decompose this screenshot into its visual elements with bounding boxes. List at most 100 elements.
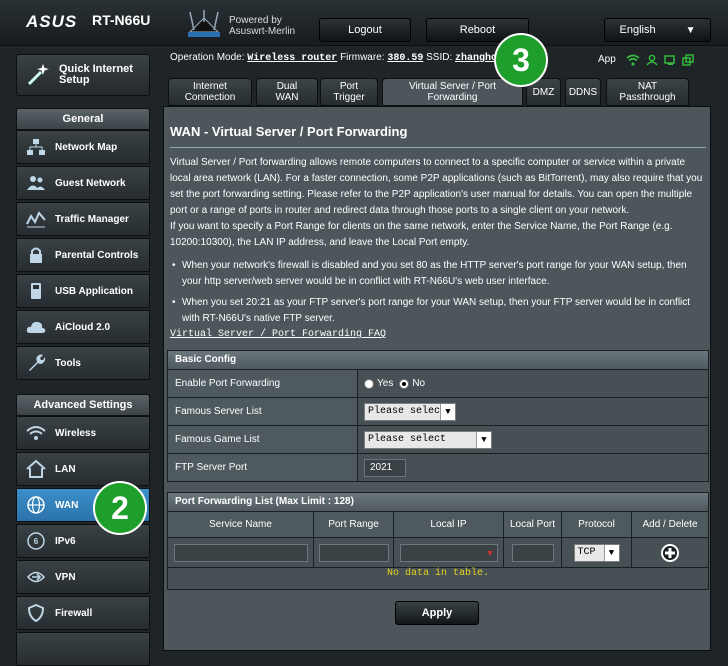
select-value: Please select [368, 406, 447, 417]
powered-by-label: Powered by [229, 15, 282, 26]
famous-game-select[interactable]: Please select ▼ [364, 430, 492, 449]
faq-link[interactable]: Virtual Server / Port Forwarding FAQ [170, 329, 386, 340]
famous-game-label: Famous Game List [168, 426, 358, 453]
firmware-brand: Asuswrt-Merlin [229, 26, 296, 37]
enable-port-forwarding-row: Enable Port Forwarding Yes No [168, 369, 708, 397]
logout-button[interactable]: Logout [319, 18, 411, 42]
firmware-label: Firmware: [340, 52, 385, 63]
usb-status-icon[interactable] [664, 54, 676, 69]
col-service-name: Service Name [168, 512, 314, 537]
add-icon[interactable] [660, 543, 680, 563]
main-panel: WAN - Virtual Server / Port Forwarding V… [163, 106, 711, 651]
home-icon [25, 459, 47, 479]
sidebar-item-network-map[interactable]: Network Map [16, 130, 150, 164]
enable-yes-radio[interactable] [364, 378, 374, 389]
sidebar-item-parental-controls[interactable]: Parental Controls [16, 238, 150, 272]
col-local-ip: Local IP [394, 512, 504, 537]
user-icon[interactable] [646, 54, 658, 69]
step-badge-wan: 2 [95, 483, 145, 533]
sidebar-item-usb-application[interactable]: USB Application [16, 274, 150, 308]
port-range-input[interactable] [318, 543, 389, 562]
sidebar-item-label: Network Map [55, 141, 118, 153]
note-bullet: When you set 20:21 as your FTP server's … [170, 295, 705, 327]
firmware-link[interactable]: 380.59 [387, 53, 423, 64]
tab-port-trigger[interactable]: Port Trigger [320, 78, 378, 106]
status-icons [626, 54, 694, 69]
wrench-icon [25, 353, 47, 373]
port-forwarding-header: Port Forwarding List (Max Limit : 128) [168, 493, 708, 511]
chevron-down-icon: ▼ [476, 431, 491, 448]
sidebar-item-lan[interactable]: LAN [16, 452, 150, 486]
vpn-icon [25, 567, 47, 587]
note-bullet: When your network's firewall is disabled… [170, 258, 705, 290]
sidebar-item-tools[interactable]: Tools [16, 346, 150, 380]
local-port-input[interactable] [511, 543, 554, 562]
tab-label: Virtual Server / Port Forwarding [408, 81, 497, 103]
column-headers: Service Name Port Range Local IP Local P… [168, 511, 708, 537]
share-icon[interactable] [682, 54, 694, 69]
basic-config-table: Basic Config Enable Port Forwarding Yes … [167, 350, 709, 482]
apply-button[interactable]: Apply [395, 601, 479, 625]
tab-label: Port Trigger [333, 81, 365, 103]
service-name-input[interactable] [173, 543, 308, 562]
tab-dual-wan[interactable]: Dual WAN [256, 78, 318, 106]
col-port-range: Port Range [314, 512, 394, 537]
sidebar-item-aicloud[interactable]: AiCloud 2.0 [16, 310, 150, 344]
general-section-header: General [16, 108, 150, 130]
sidebar-item-label: WAN [55, 499, 79, 511]
router-icon [188, 10, 220, 37]
quick-internet-setup-button[interactable]: Quick Internet Setup [16, 54, 150, 96]
sidebar-item-label: IPv6 [55, 535, 76, 547]
sidebar-item-guest-network[interactable]: Guest Network [16, 166, 150, 200]
advanced-section-header: Advanced Settings [16, 394, 150, 416]
no-label: No [412, 378, 426, 389]
sidebar-item-wireless[interactable]: Wireless [16, 416, 150, 450]
sidebar-item-label: Wireless [55, 427, 97, 439]
sidebar-item-vpn[interactable]: VPN [16, 560, 150, 594]
port-forwarding-table: Port Forwarding List (Max Limit : 128) S… [167, 492, 709, 590]
chevron-down-icon: ▼ [603, 544, 619, 561]
sidebar-item-firewall[interactable]: Firewall [16, 596, 150, 630]
guest-network-icon [25, 173, 47, 193]
sidebar-item-label: AiCloud 2.0 [55, 321, 111, 333]
network-map-icon [25, 137, 47, 157]
famous-server-label: Famous Server List [168, 398, 358, 425]
language-label: English [619, 24, 656, 36]
intro-text-2: If you want to specify a Port Range for … [170, 221, 673, 248]
asus-logo: ASUS [26, 12, 78, 31]
dropdown-arrow-icon[interactable]: ▼ [486, 548, 495, 558]
chevron-down-icon: ▼ [440, 403, 455, 420]
sidebar-item-partial[interactable] [16, 632, 150, 666]
no-data-message: No data in table. [168, 567, 708, 589]
divider [170, 147, 706, 148]
op-mode-label: Operation Mode: [170, 52, 245, 63]
wifi-icon[interactable] [626, 54, 640, 69]
yes-label: Yes [377, 378, 394, 389]
basic-config-header: Basic Config [168, 351, 708, 369]
local-ip-input[interactable]: ▼ [399, 543, 498, 562]
wireless-icon [25, 423, 47, 443]
tab-internet-connection[interactable]: Internet Connection [168, 78, 252, 106]
magic-wand-icon [27, 64, 49, 86]
col-add-delete: Add / Delete [642, 519, 698, 530]
select-value: TCP [577, 547, 596, 558]
tab-nat-passthrough[interactable]: NAT Passthrough [606, 78, 689, 106]
famous-server-select[interactable]: Please select ▼ [364, 402, 456, 421]
language-select[interactable]: English ▼ [604, 18, 711, 42]
cloud-icon [25, 317, 47, 337]
tab-virtual-server[interactable]: Virtual Server / Port Forwarding [382, 78, 523, 106]
tab-label: DMZ [532, 86, 555, 98]
sidebar-item-label: USB Application [55, 285, 133, 297]
ftp-port-input[interactable]: 2021 [364, 458, 406, 477]
famous-server-row: Famous Server List Please select ▼ [168, 397, 708, 425]
globe-icon [25, 495, 47, 515]
app-link[interactable]: App [598, 54, 616, 65]
page-title: WAN - Virtual Server / Port Forwarding [170, 124, 408, 139]
tab-ddns[interactable]: DDNS [565, 78, 601, 106]
sidebar-item-label: LAN [55, 463, 76, 475]
enable-no-radio[interactable] [399, 378, 410, 389]
op-mode-link[interactable]: Wireless router [247, 53, 337, 64]
ftp-port-row: FTP Server Port 2021 [168, 453, 708, 481]
sidebar-item-traffic-manager[interactable]: Traffic Manager [16, 202, 150, 236]
protocol-select[interactable]: TCP ▼ [573, 543, 620, 562]
